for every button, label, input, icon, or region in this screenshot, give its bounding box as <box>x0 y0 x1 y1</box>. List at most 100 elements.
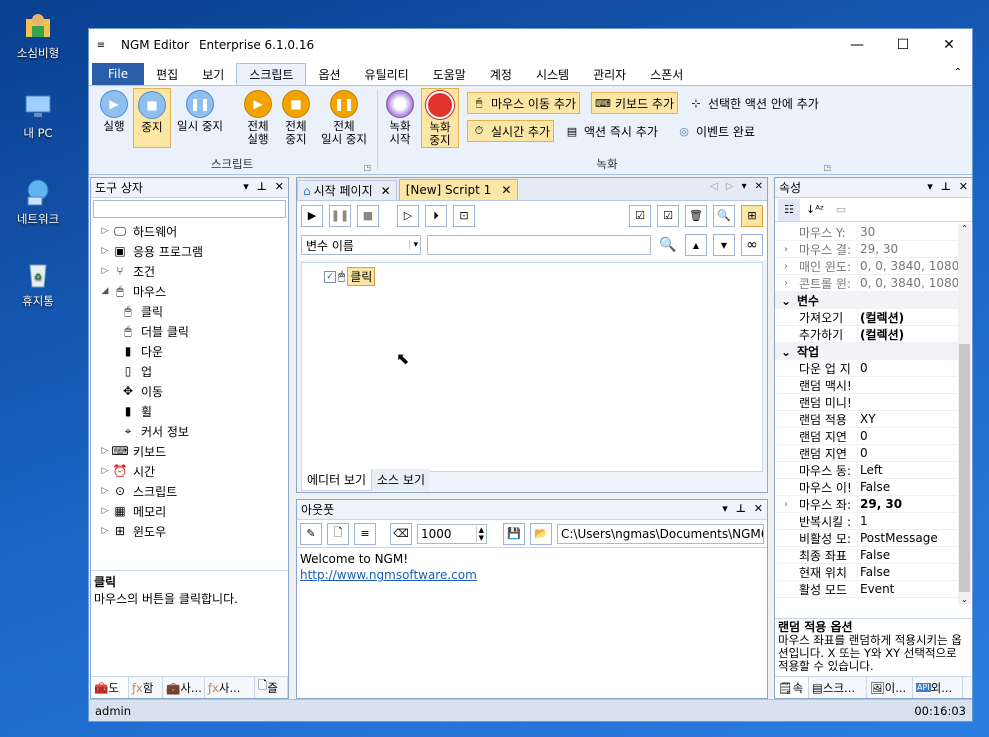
property-row[interactable]: 반복시킬 : 1 <box>775 513 958 530</box>
expand-arrow-icon[interactable]: › <box>775 499 797 510</box>
toolbox-item[interactable]: ▷ ▣ 응용 프로그램 <box>91 241 288 261</box>
collapsed-arrow-icon[interactable]: ▷ <box>99 446 111 456</box>
close-icon[interactable]: ✕ <box>959 180 968 193</box>
zoom-icon[interactable]: 🔍 <box>713 204 735 227</box>
property-row[interactable]: › 마우스 결: 29, 30 <box>775 241 958 258</box>
tab-file[interactable]: File <box>92 63 145 85</box>
close-tab-icon[interactable]: ✕ <box>501 183 511 197</box>
toolbox-item[interactable]: ✥ 이동 <box>91 381 288 401</box>
collapsed-arrow-icon[interactable]: ▷ <box>99 226 111 236</box>
property-row[interactable]: 마우스 Y: 30 <box>775 224 958 241</box>
add-into-selected-button[interactable]: ⊹ 선택한 액션 안에 추가 <box>685 92 822 114</box>
action-checkbox[interactable]: ✓ <box>324 270 336 283</box>
property-row[interactable]: 비활성 모: PostMessage <box>775 530 958 547</box>
script-editor-area[interactable]: ✓ 🖱 클릭 ⬉ <box>301 262 763 472</box>
dropdown-icon[interactable]: ▾ <box>927 180 933 193</box>
property-value[interactable]: 0 <box>857 446 958 460</box>
tab-external[interactable]: API 외... <box>913 677 963 698</box>
tab-script-explorer[interactable]: ▤ 스크... <box>809 677 867 698</box>
property-value[interactable]: 0 <box>857 429 958 443</box>
tab-options[interactable]: 옵션 <box>306 63 352 85</box>
property-value[interactable]: 0 <box>857 361 958 375</box>
close-button[interactable]: ✕ <box>926 29 972 61</box>
property-value[interactable]: 1 <box>857 514 958 528</box>
tab-list-icon[interactable]: ▾ <box>742 181 747 192</box>
tab-properties[interactable]: 🗒 속 <box>775 677 809 698</box>
close-icon[interactable]: ✕ <box>275 180 284 193</box>
tab-view[interactable]: 보기 <box>190 63 236 85</box>
toolbox-item[interactable]: ▮ 휠 <box>91 401 288 421</box>
close-icon[interactable]: ✕ <box>754 502 763 515</box>
property-row[interactable]: 랜덤 적용 XY <box>775 411 958 428</box>
maximize-button[interactable]: ☐ <box>880 29 926 61</box>
collapse-arrow-icon[interactable]: ⌄ <box>775 345 797 359</box>
pause-all-button[interactable]: ❚❚ 전체 일시 중지 <box>317 88 371 148</box>
dialog-launcher-icon[interactable]: ◳ <box>823 163 831 172</box>
tab-editor-view[interactable]: 에디터 보기 <box>301 469 373 491</box>
toolbox-item[interactable]: ◢ 🖱 마우스 <box>91 281 288 301</box>
tab-edit[interactable]: 편집 <box>144 63 190 85</box>
check-all-icon[interactable]: ☑ <box>629 204 651 227</box>
collapse-ribbon-icon[interactable]: ⌃ <box>954 67 962 78</box>
tab-script-1[interactable]: [New] Script 1 ✕ <box>398 179 519 200</box>
record-stop-button[interactable]: 녹화 중지 <box>421 88 459 148</box>
log-path-field[interactable]: C:\Users\ngmas\Documents\NGM6\ <box>557 523 764 544</box>
dropdown-icon[interactable]: ▾ <box>243 180 249 193</box>
event-done-button[interactable]: ◎ 이벤트 완료 <box>673 120 758 142</box>
record-start-button[interactable]: 녹화 시작 <box>381 88 419 148</box>
property-value[interactable]: 30 <box>857 225 958 239</box>
property-grid[interactable]: 마우스 Y: 30 › 마우스 결: 29, 30 › 매인 윈도: 0, 0, 3840, … <box>775 224 958 604</box>
tab-start-page[interactable]: ⌂ 시작 페이지 ✕ <box>297 180 397 200</box>
desktop-icon-network[interactable]: 네트워크 <box>4 176 72 227</box>
clear-hand-icon[interactable]: ✎ <box>300 522 322 545</box>
run-button[interactable]: ▶ 실행 <box>95 88 133 148</box>
property-row[interactable]: › 매인 윈도: 0, 0, 3840, 1080 <box>775 258 958 275</box>
tab-account[interactable]: 계정 <box>478 63 524 85</box>
toolbox-item[interactable]: 🖱 클릭 <box>91 301 288 321</box>
tab-user-tools[interactable]: 💼 사... <box>163 677 205 698</box>
variable-select[interactable]: 변수 이름 ▾ <box>301 235 421 255</box>
collapsed-arrow-icon[interactable]: ▷ <box>99 466 111 476</box>
toolbox-item[interactable]: ▷ ⏰ 시간 <box>91 461 288 481</box>
property-value[interactable]: (컬렉션) <box>857 325 958 343</box>
scroll-down-icon[interactable]: ⌄ <box>958 595 971 604</box>
desktop-icon-this-pc[interactable]: 내 PC <box>4 90 72 141</box>
add-action-now-button[interactable]: ▤ 액션 즉시 추가 <box>561 120 661 142</box>
property-value[interactable]: 29, 30 <box>857 242 958 256</box>
tab-script[interactable]: 스크립트 <box>236 63 307 85</box>
run-selected-icon[interactable]: ⏵ <box>425 204 447 227</box>
toolbox-item[interactable]: ▷ 🖵 하드웨어 <box>91 221 288 241</box>
property-value[interactable]: Event <box>857 582 958 596</box>
menu-lines-icon[interactable]: ≡ <box>354 522 376 545</box>
tab-functions[interactable]: ƒx 함 <box>129 677 163 698</box>
toolbox-item[interactable]: ▯ 업 <box>91 361 288 381</box>
collapse-arrow-icon[interactable]: ⌄ <box>775 294 797 308</box>
tab-admin[interactable]: 관리자 <box>581 63 638 85</box>
property-value[interactable]: False <box>857 548 958 562</box>
property-row[interactable]: 추가하기 (컬렉션) <box>775 325 958 343</box>
pin-icon[interactable]: ⊥ <box>736 502 746 515</box>
property-pages-icon[interactable]: ▭ <box>830 199 852 221</box>
search-icon[interactable]: 🔍 <box>657 234 679 256</box>
stop-all-button[interactable]: ■ 전체 중지 <box>277 88 315 148</box>
property-category[interactable]: ⌄ 작업 <box>775 343 958 360</box>
property-row[interactable]: 다운 업 지 0 <box>775 360 958 377</box>
toolbox-item[interactable]: ▮ 다운 <box>91 341 288 361</box>
property-row[interactable]: 현재 위치 False <box>775 564 958 581</box>
loop-icon[interactable]: ∞ <box>741 234 763 256</box>
pin-icon[interactable]: ⊥ <box>257 180 267 193</box>
pin-icon[interactable]: ⊥ <box>941 180 951 193</box>
property-value[interactable]: False <box>857 565 958 579</box>
pause-button[interactable]: ❚❚ 일시 중지 <box>175 88 225 148</box>
run-all-button[interactable]: ▶ 전체 실행 <box>239 88 277 148</box>
add-mouse-move-button[interactable]: 🖱 마우스 이동 추가 <box>467 92 580 114</box>
dropdown-icon[interactable]: ▾ <box>722 502 728 515</box>
property-row[interactable]: 최종 좌표 False <box>775 547 958 564</box>
property-scrollbar[interactable]: ⌃ ⌄ <box>958 224 971 604</box>
property-row[interactable]: 랜덤 지연 0 <box>775 445 958 462</box>
minimize-button[interactable]: — <box>834 29 880 61</box>
property-row[interactable]: 마우스 이! False <box>775 479 958 496</box>
title-bar[interactable]: ≡ NGM Editor Enterprise 6.1.0.16 — ☐ ✕ <box>89 29 972 61</box>
property-value[interactable]: 0, 0, 3840, 1080 <box>857 276 958 290</box>
scroll-right-icon[interactable]: ▷ <box>726 181 734 192</box>
